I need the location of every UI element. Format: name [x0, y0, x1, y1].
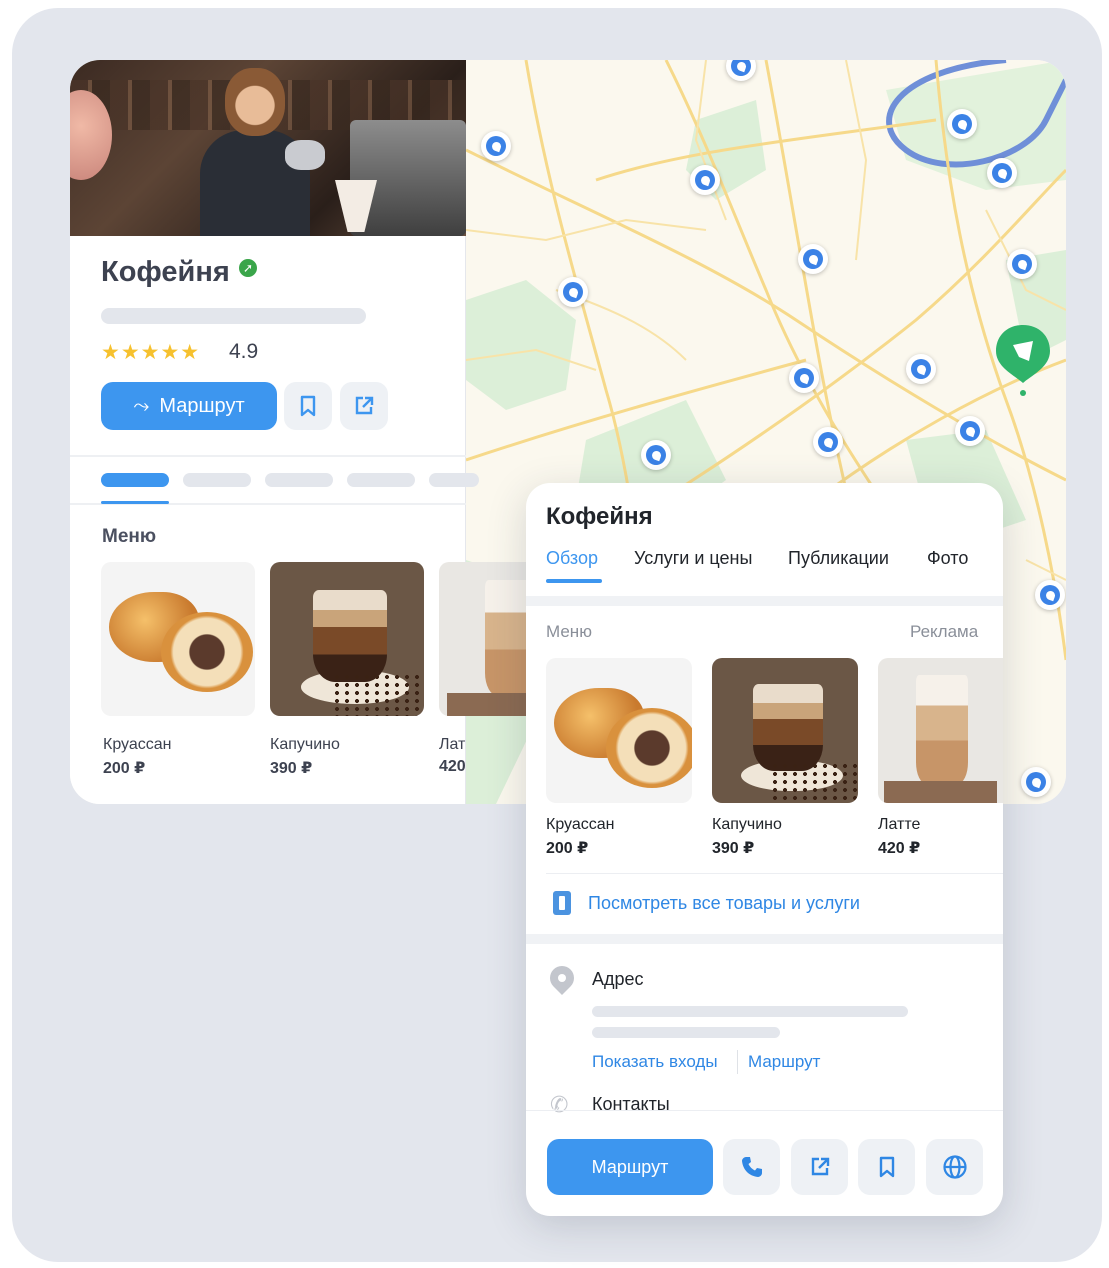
- map-pin-icon[interactable]: [1021, 767, 1051, 797]
- menu-item-name: Капучино: [270, 736, 340, 753]
- bookmark-button[interactable]: [858, 1139, 915, 1195]
- menu-item-price: 200 ₽: [103, 760, 146, 777]
- cafe-photo: [70, 60, 466, 236]
- menu-item-name: Круассан: [103, 736, 172, 753]
- address-placeholder: [592, 1027, 780, 1038]
- divider: [70, 455, 466, 457]
- share-icon: [811, 1157, 829, 1176]
- tab-placeholder[interactable]: [347, 473, 415, 487]
- verified-icon: ➚: [237, 257, 259, 279]
- mobile-place-card: Кофейня Обзор Услуги и цены Публикации Ф…: [526, 483, 1003, 1216]
- map-pin-icon[interactable]: [789, 363, 819, 393]
- map-pin-icon[interactable]: [813, 427, 843, 457]
- tab-placeholder[interactable]: [429, 473, 479, 487]
- tab-publications[interactable]: Публикации: [788, 548, 889, 569]
- menu-item-price: 420 ₽: [878, 840, 921, 857]
- map-pin-icon[interactable]: [1035, 580, 1065, 610]
- bookmark-button[interactable]: [284, 382, 332, 430]
- map-pin-icon[interactable]: [955, 416, 985, 446]
- map-pin-icon[interactable]: [1007, 249, 1037, 279]
- phone-icon: ✆: [550, 1092, 569, 1117]
- location-icon: [545, 961, 579, 995]
- map-pin-icon[interactable]: [947, 109, 977, 139]
- menu-item-price: 200 ₽: [546, 840, 589, 857]
- menu-item-name: Круассан: [546, 816, 615, 833]
- ad-label: Реклама: [910, 622, 979, 641]
- menu-heading: Меню: [102, 526, 157, 547]
- all-goods-link[interactable]: Посмотреть все товары и услуги: [588, 893, 860, 914]
- contacts-title: Контакты: [592, 1094, 670, 1114]
- tab-placeholder[interactable]: [183, 473, 251, 487]
- divider: [526, 1110, 1003, 1111]
- menu-item-name: Лат: [439, 736, 466, 753]
- menu-item-price: 390 ₽: [712, 840, 755, 857]
- phone-icon: [741, 1157, 762, 1177]
- address-placeholder: [101, 308, 366, 324]
- map-pin-icon[interactable]: [481, 131, 511, 161]
- rating-stars: ★★★★★: [101, 341, 201, 364]
- map-pin-icon[interactable]: [906, 354, 936, 384]
- map-pin-icon[interactable]: [987, 158, 1017, 188]
- map-pin-icon[interactable]: [558, 277, 588, 307]
- menu-item-price: 420: [439, 758, 466, 775]
- divider: [737, 1050, 738, 1074]
- active-tab-indicator: [546, 579, 602, 583]
- latte-image[interactable]: [878, 658, 1003, 803]
- address-title: Адрес: [592, 969, 644, 989]
- share-icon: [355, 396, 374, 415]
- address-placeholder: [592, 1006, 908, 1017]
- website-button[interactable]: [926, 1139, 983, 1195]
- tab-overview[interactable]: Обзор: [546, 548, 598, 569]
- divider: [546, 873, 1003, 874]
- call-button[interactable]: [723, 1139, 780, 1195]
- tab-services-prices[interactable]: Услуги и цены: [634, 548, 752, 569]
- divider: [526, 596, 1003, 606]
- globe-icon: [942, 1155, 967, 1179]
- croissant-image[interactable]: [546, 658, 692, 803]
- menu-item-price: 390 ₽: [270, 760, 313, 777]
- tab-placeholder[interactable]: [265, 473, 333, 487]
- map-pin-icon[interactable]: [641, 440, 671, 470]
- cappuccino-image[interactable]: [270, 562, 424, 716]
- route-button-label: Маршрут: [159, 394, 245, 417]
- show-entrances-link[interactable]: Показать входы: [592, 1052, 718, 1072]
- menu-item-name: Латте: [878, 816, 921, 833]
- share-button[interactable]: [340, 382, 388, 430]
- place-title: Кофейня: [101, 256, 230, 288]
- route-link[interactable]: Маршрут: [748, 1052, 820, 1072]
- menu-item-name: Капучино: [712, 816, 782, 833]
- route-icon: ⤳: [133, 394, 150, 417]
- menu-heading: Меню: [546, 622, 592, 641]
- selected-place-pin-icon[interactable]: [994, 323, 1052, 399]
- bookmark-icon: [879, 1156, 894, 1178]
- map-pin-icon[interactable]: [798, 244, 828, 274]
- bookmark-icon: [300, 395, 316, 417]
- cappuccino-image[interactable]: [712, 658, 858, 803]
- book-icon: [553, 891, 571, 915]
- tab-photo[interactable]: Фото: [927, 548, 968, 569]
- route-button[interactable]: Маршрут: [547, 1139, 713, 1195]
- tab-overview-placeholder[interactable]: [101, 473, 169, 487]
- divider: [526, 934, 1003, 944]
- place-title: Кофейня: [546, 503, 653, 530]
- route-button[interactable]: ⤳ Маршрут: [101, 382, 277, 430]
- croissant-image[interactable]: [101, 562, 255, 716]
- rating-value: 4.9: [229, 340, 259, 363]
- desktop-sidebar: Кофейня ➚ ★★★★★ 4.9 ⤳ Маршрут Меню Круас…: [70, 60, 593, 804]
- map-pin-icon[interactable]: [690, 165, 720, 195]
- active-tab-indicator: [101, 501, 169, 504]
- share-button[interactable]: [791, 1139, 848, 1195]
